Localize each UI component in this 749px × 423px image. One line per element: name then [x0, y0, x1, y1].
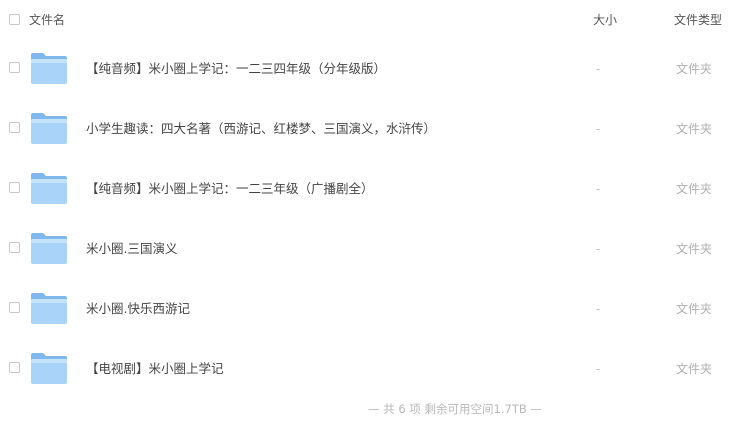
file-name[interactable]: 【纯音频】米小圈上学记：一二三年级（广播剧全） — [86, 181, 374, 197]
file-row[interactable]: 小学生趣读：四大名著（西游记、红楼梦、三国演义，水浒传） - 文件夹 — [0, 100, 749, 160]
file-row[interactable]: 米小圈.三国演义 - 文件夹 — [0, 220, 749, 280]
file-name[interactable]: 米小圈.三国演义 — [86, 241, 177, 257]
folder-icon — [31, 353, 67, 384]
folder-icon — [31, 53, 67, 84]
column-header-size[interactable]: 大小 — [593, 13, 617, 27]
file-type: 文件夹 — [676, 302, 713, 316]
file-size: - — [595, 122, 601, 136]
file-row[interactable]: 【纯音频】米小圈上学记：一二三年级（广播剧全） - 文件夹 — [0, 160, 749, 220]
file-name[interactable]: 米小圈.快乐西游记 — [86, 301, 190, 317]
file-row[interactable]: 【纯音频】米小圈上学记：一二三四年级（分年级版） - 文件夹 — [0, 40, 749, 100]
file-list-header: 文件名 大小 文件类型 — [0, 0, 749, 40]
row-checkbox[interactable] — [9, 362, 20, 373]
file-name[interactable]: 【纯音频】米小圈上学记：一二三四年级（分年级版） — [86, 61, 386, 77]
row-checkbox[interactable] — [9, 242, 20, 253]
file-size: - — [595, 302, 601, 316]
folder-icon — [31, 173, 67, 204]
row-checkbox[interactable] — [9, 62, 20, 73]
file-size: - — [595, 62, 601, 76]
file-type: 文件夹 — [676, 182, 713, 196]
file-type: 文件夹 — [676, 242, 713, 256]
row-checkbox[interactable] — [9, 122, 20, 133]
file-type: 文件夹 — [676, 362, 713, 376]
file-size: - — [595, 182, 601, 196]
file-row[interactable]: 【电视剧】米小圈上学记 - 文件夹 — [0, 340, 749, 400]
file-size: - — [595, 362, 601, 376]
select-all-checkbox[interactable] — [9, 14, 20, 25]
file-type: 文件夹 — [676, 62, 713, 76]
folder-icon — [31, 233, 67, 264]
file-row[interactable]: 米小圈.快乐西游记 - 文件夹 — [0, 280, 749, 340]
column-header-name[interactable]: 文件名 — [29, 13, 65, 27]
folder-icon — [31, 293, 67, 324]
row-checkbox[interactable] — [9, 182, 20, 193]
folder-icon — [31, 113, 67, 144]
storage-summary: — 共 6 项 剩余可用空间1.7TB — — [368, 402, 542, 416]
column-header-type[interactable]: 文件类型 — [674, 13, 722, 27]
file-name[interactable]: 【电视剧】米小圈上学记 — [86, 361, 224, 377]
file-size: - — [595, 242, 601, 256]
file-name[interactable]: 小学生趣读：四大名著（西游记、红楼梦、三国演义，水浒传） — [86, 121, 436, 137]
file-type: 文件夹 — [676, 122, 713, 136]
row-checkbox[interactable] — [9, 302, 20, 313]
